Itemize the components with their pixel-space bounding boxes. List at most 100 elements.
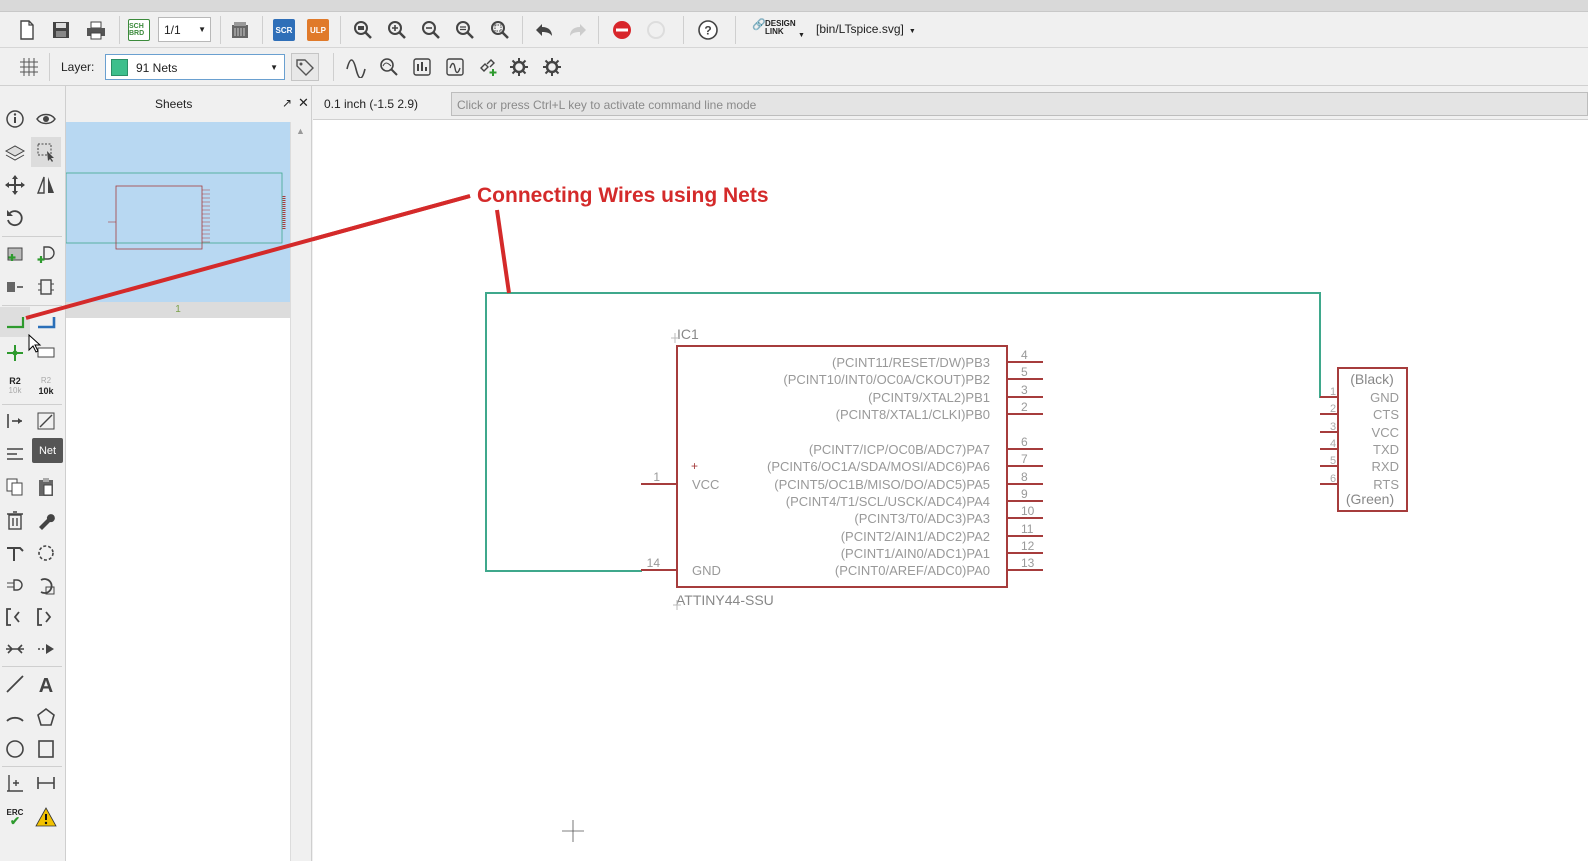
net-icon[interactable] [0,307,30,337]
layer-settings-icon[interactable] [291,53,319,81]
erc-button[interactable]: ERC ✔ [0,802,30,832]
line-icon[interactable] [0,669,30,699]
print-icon[interactable] [83,17,109,43]
title-strip [0,0,1588,12]
rectangle-icon[interactable] [31,734,61,764]
split-icon[interactable] [0,538,30,568]
ulp-icon[interactable]: ULP [307,19,329,41]
scroll-up-icon[interactable]: ▲ [296,126,305,136]
wrench-icon[interactable] [31,505,61,535]
optimize-icon[interactable] [31,538,61,568]
polygon-icon[interactable] [31,702,61,732]
layer-label: Layer: [61,60,95,74]
delete-trash-icon[interactable] [0,505,30,535]
chevron-down-icon: ▼ [908,28,916,35]
junction-icon[interactable] [0,338,30,368]
help-icon[interactable]: ? [695,17,721,43]
zoom-out-icon[interactable] [418,17,444,43]
invoke-icon[interactable] [0,571,30,601]
stop-icon[interactable] [609,17,635,43]
add-link-icon[interactable] [475,54,501,80]
bus-icon[interactable] [31,307,61,337]
spice-model-icon[interactable] [409,54,435,80]
move-icon[interactable] [0,170,30,200]
close-icon[interactable]: ✕ [298,95,309,111]
sch-brd-switch-icon[interactable]: SCH BRD [128,19,150,41]
sheets-title: Sheets [155,97,193,111]
settings-gear-icon[interactable] [506,54,532,80]
save-icon[interactable] [48,17,74,43]
script-icon[interactable]: SCR [273,19,295,41]
edit-part-icon[interactable] [31,272,61,302]
attribute-icon[interactable] [0,439,30,469]
text-icon[interactable]: A [31,669,61,699]
simulate-wave-icon[interactable] [343,54,369,80]
layers-icon[interactable] [0,137,30,167]
grid-icon[interactable] [16,54,42,80]
zoom-redraw-icon[interactable] [452,17,478,43]
undock-icon[interactable]: ↗ [282,96,292,110]
sheets-scrollbar[interactable]: ▲ [290,122,310,861]
zoom-in-icon[interactable] [384,17,410,43]
sheet-thumbnail[interactable] [65,122,290,302]
cam-processor-icon[interactable] [227,17,253,43]
separator [2,666,62,667]
measure-icon[interactable] [31,768,61,798]
arc-icon[interactable] [0,702,30,732]
undo-icon[interactable] [531,17,557,43]
name-tool-button[interactable]: R2 10k [0,371,30,401]
value-tool-button[interactable]: R2 10k [31,371,61,401]
zoom-select-icon[interactable] [487,17,513,43]
chevron-down-icon: ▼ [798,32,805,39]
zoom-fit-icon[interactable] [350,17,376,43]
separator [598,16,599,44]
pinswap-icon[interactable] [0,406,30,436]
miter-left-icon[interactable] [0,602,30,632]
rotate-icon[interactable] [0,203,30,233]
ic-pin-label: (PCINT3/T0/ADC3)PA3 [854,511,990,526]
ic-pin-number: 11 [1021,522,1034,536]
group-select-icon[interactable] [31,137,61,167]
sheet-selector[interactable]: 1/1 ▼ [158,17,211,42]
show-eye-icon[interactable] [31,104,61,134]
add-gate-icon[interactable] [31,239,61,269]
command-line-input[interactable]: Click or press Ctrl+L key to activate co… [451,92,1588,116]
new-file-icon[interactable] [14,17,40,43]
info-icon[interactable] [0,104,30,134]
value-name-label: R2 [40,376,52,385]
ic-pin-number: 3 [1021,383,1028,397]
replace-icon[interactable] [0,272,30,302]
separator [49,53,50,81]
ic-pin-number: 13 [1021,556,1035,570]
ic-pin-number: 8 [1021,470,1028,484]
layer-select-value: 91 Nets [136,61,178,75]
ic-pin-number: 10 [1021,504,1035,518]
miter-right-icon[interactable] [31,602,61,632]
copy-icon[interactable] [0,472,30,502]
go-icon[interactable] [643,17,669,43]
arrow-icon[interactable] [31,634,61,664]
paste-icon[interactable] [31,472,61,502]
options-gear-icon[interactable] [539,54,565,80]
gate-swap-icon[interactable] [31,571,61,601]
file-path-dropdown[interactable]: [bin/LTspice.svg] ▼ [816,22,916,36]
sheet-number: 1 [66,302,290,318]
ic-pin-label: (PCINT5/OC1B/MISO/DO/ADC5)PA5 [774,477,990,492]
connector-pin-number: 1 [1330,386,1336,398]
slice-icon[interactable] [31,406,61,436]
redo-icon[interactable] [565,17,591,43]
spice-export-icon[interactable] [442,54,468,80]
join-icon[interactable] [0,634,30,664]
schematic-canvas[interactable]: IC1 ATTINY44-SSU + 1 VCC 14 GND 4 (PCINT11/R… [313,120,1588,861]
connector-top-label: (Black) [1350,371,1394,387]
add-part-icon[interactable] [0,239,30,269]
dimension-icon[interactable] [0,768,30,798]
mirror-icon[interactable] [31,170,61,200]
circle-icon[interactable] [0,734,30,764]
ic-pin-number: 6 [1021,435,1028,449]
connector-pin-label: CTS [1373,407,1399,422]
layer-select[interactable]: 91 Nets ▼ [105,54,285,80]
ic-right-pins: 4 (PCINT11/RESET/DW)PB3 5 (PCINT10/INT0/OC0… [767,348,1043,578]
probe-icon[interactable] [376,54,402,80]
warning-icon[interactable] [31,802,61,832]
